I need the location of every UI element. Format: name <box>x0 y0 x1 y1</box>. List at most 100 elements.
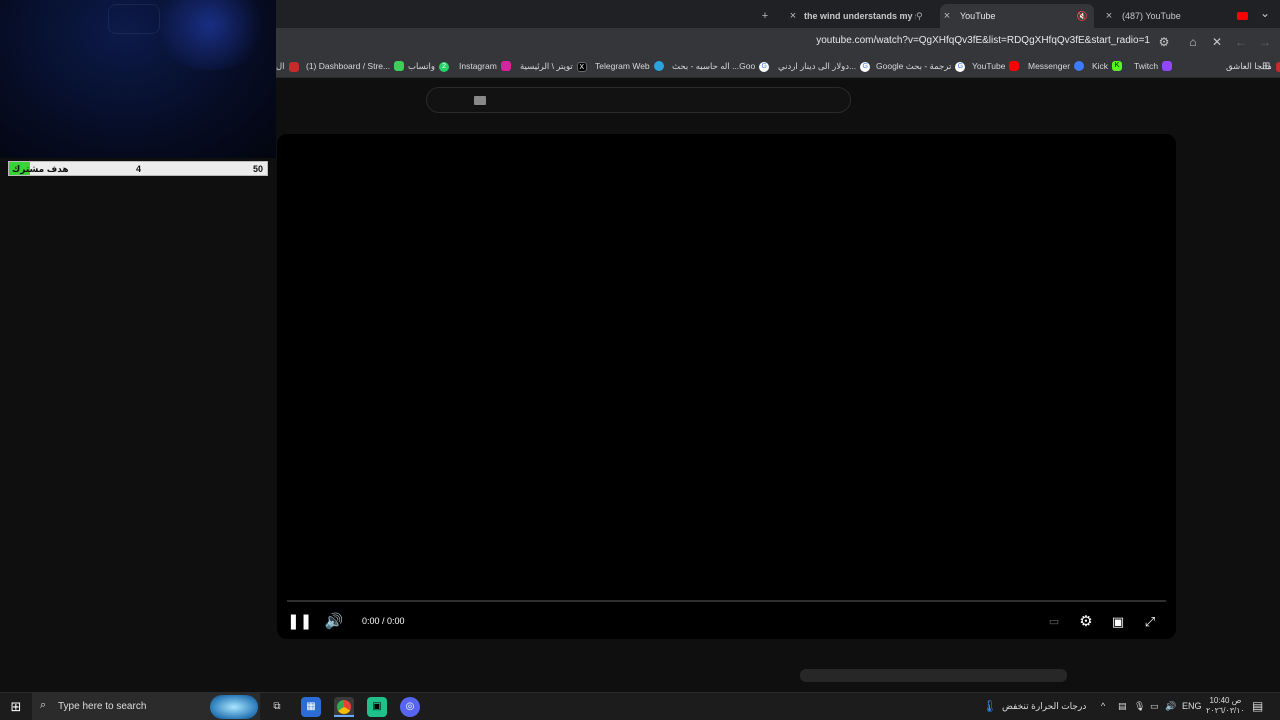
site-settings-icon[interactable]: ⚙ <box>1155 33 1173 51</box>
bookmark-label: Google ترجمة - بحث <box>876 61 952 71</box>
instagram-icon <box>500 61 511 71</box>
bookmark-label: تويتر \ الرئيسية <box>520 61 573 71</box>
apps-grid-icon[interactable]: ⊞ <box>1262 61 1270 72</box>
webcam-overlay <box>0 0 276 158</box>
network-icon[interactable]: ▤ <box>1118 701 1127 712</box>
webcam-glow <box>150 0 270 70</box>
goal-target: 50 <box>252 164 263 174</box>
tab-youtube-487[interactable]: × (487) YouTube <box>1102 4 1252 28</box>
windows-taskbar: ⊞ ⌕ Type here to search ⧉ ▦ ▣ ◎ 🌡 درجات … <box>0 692 1280 720</box>
weather-text[interactable]: درجات الحرارة تنخفض <box>1002 701 1086 712</box>
fullscreen-icon[interactable]: ⤢ <box>1139 611 1161 633</box>
forward-icon[interactable]: → <box>1256 33 1274 51</box>
mute-icon[interactable]: 🔇 <box>1077 11 1088 22</box>
stop-icon[interactable]: ✕ <box>1208 33 1226 51</box>
video-player[interactable]: ❚❚ 🔊 0:00 / 0:00 ▭ ⚙ ▣ ⤢ <box>277 134 1176 639</box>
bookmark-label: ال <box>276 61 285 71</box>
pause-icon[interactable]: ❚❚ <box>287 611 312 633</box>
bookmark-dashboard[interactable]: (1) Dashboard / Stre... <box>306 61 405 71</box>
channel-logo <box>108 4 160 34</box>
subscriber-goal-bar: هدف مشترك 4 50 <box>8 161 268 176</box>
task-view-icon[interactable]: ⧉ <box>267 697 287 717</box>
youtube-icon <box>1237 12 1248 20</box>
bookmark-messenger[interactable]: Messenger <box>1028 61 1085 71</box>
bookmark-instagram[interactable]: Instagram <box>459 61 511 71</box>
bookmark-label: Messenger <box>1028 61 1071 71</box>
google-icon: G <box>860 61 871 72</box>
whatsapp-icon: 2 <box>439 61 450 72</box>
bookmark-label: YouTube <box>972 61 1006 71</box>
bookmark-dollar[interactable]: دولار الى دينار اردني... G <box>778 61 871 72</box>
close-icon[interactable]: × <box>786 10 800 22</box>
search-highlight-icon <box>210 695 258 719</box>
bookmark-label: اله حاسبه - بحث ...Goo <box>672 61 756 71</box>
show-hidden-icons-icon[interactable]: ^ <box>1101 701 1105 711</box>
tab-wind[interactable]: × the wind understands my sil... ⚲ <box>786 4 936 28</box>
dashboard-icon <box>394 61 405 71</box>
thermometer-icon: 🌡 <box>982 699 998 713</box>
bookmark-label: دولار الى دينار اردني... <box>778 61 857 71</box>
windows-start-icon[interactable]: ⊞ <box>6 697 26 717</box>
settings-gear-icon[interactable]: ⚙ <box>1075 611 1097 633</box>
clock[interactable]: 10:40 ص ٢٠٢٦/٠٣/١٠ <box>1206 696 1245 716</box>
bookmark-calculator[interactable]: اله حاسبه - بحث ...Goo G <box>672 61 770 72</box>
app-icon[interactable]: ▣ <box>367 697 387 717</box>
home-icon[interactable]: ⌂ <box>1184 33 1202 51</box>
tab-title: the wind understands my sil... <box>804 11 916 21</box>
bookmark-overflow[interactable]: ال <box>276 61 299 72</box>
language-indicator[interactable]: ENG <box>1182 701 1202 711</box>
bookmark-youtube[interactable]: YouTube <box>972 61 1020 71</box>
tab-youtube-active[interactable]: × YouTube 🔇 <box>940 4 1094 28</box>
bookmark-icon <box>288 61 299 72</box>
loading-placeholder <box>800 669 1067 682</box>
telegram-icon <box>653 61 664 71</box>
x-icon: X <box>576 61 587 72</box>
goal-current: 4 <box>136 164 142 174</box>
search-placeholder: Type here to search <box>58 701 147 712</box>
notification-icon[interactable]: ▤ <box>1252 699 1263 713</box>
bookmark-manga[interactable]: مانجا العاشق <box>1226 61 1280 72</box>
bookmark-twitter[interactable]: تويتر \ الرئيسية X <box>520 61 587 72</box>
tab-title: (487) YouTube <box>1122 11 1181 21</box>
back-icon[interactable]: ← <box>1232 33 1250 51</box>
monitor-icon[interactable]: ▭ <box>1150 701 1159 712</box>
google-icon: G <box>955 61 966 72</box>
browser-toolbar: youtube.com/watch?v=QgXHfqQv3fE&list=RDQ… <box>276 28 1280 56</box>
store-icon[interactable]: ▦ <box>301 697 321 717</box>
bookmark-telegram[interactable]: Telegram Web <box>595 61 664 71</box>
close-icon[interactable]: × <box>940 10 954 22</box>
search-icon: ⌕ <box>40 699 47 711</box>
bookmark-kick[interactable]: Kick K <box>1092 61 1123 71</box>
bookmark-twitch[interactable]: Twitch <box>1134 61 1173 71</box>
tab-search-chevron-icon[interactable]: ⌄ <box>1256 4 1274 22</box>
bookmark-label: Kick <box>1092 61 1109 71</box>
theater-mode-icon[interactable]: ▣ <box>1107 611 1129 633</box>
messenger-icon <box>1074 61 1085 71</box>
address-bar[interactable]: youtube.com/watch?v=QgXHfqQv3fE&list=RDQ… <box>816 35 1150 46</box>
youtube-icon <box>1009 61 1020 71</box>
messenger-app-icon[interactable]: ◎ <box>400 697 420 717</box>
kick-icon: K <box>1112 61 1123 71</box>
tab-title: YouTube <box>960 11 996 21</box>
close-icon[interactable]: × <box>1102 10 1116 22</box>
clock-date: ٢٠٢٦/٠٣/١٠ <box>1206 706 1245 715</box>
youtube-page: ❚❚ 🔊 0:00 / 0:00 ▭ ⚙ ▣ ⤢ <box>276 78 1280 692</box>
progress-bar[interactable] <box>287 600 1166 602</box>
twitch-icon <box>1162 61 1173 71</box>
microphone-icon[interactable]: 🎙 <box>1134 701 1145 712</box>
player-controls: ❚❚ 🔊 0:00 / 0:00 ▭ ⚙ ▣ ⤢ <box>277 606 1176 636</box>
bookmark-google-translate[interactable]: Google ترجمة - بحث G <box>876 61 966 72</box>
time-display: 0:00 / 0:00 <box>362 616 405 626</box>
keyboard-icon[interactable] <box>474 96 486 105</box>
speaker-icon[interactable]: 🔊 <box>1165 701 1176 712</box>
youtube-search-box[interactable] <box>426 87 851 113</box>
tab-strip: + × the wind understands my sil... ⚲ × Y… <box>276 0 1280 28</box>
chrome-icon[interactable] <box>334 697 354 717</box>
taskbar-search-box[interactable]: ⌕ Type here to search <box>32 693 260 720</box>
bookmark-whatsapp[interactable]: واتساب 2 <box>408 61 450 72</box>
bookmark-label: واتساب <box>408 61 436 71</box>
screen: هدف مشترك 4 50 + × the wind understands … <box>0 0 1280 720</box>
left-pane <box>0 158 276 692</box>
volume-icon[interactable]: 🔊 <box>323 611 345 633</box>
subtitles-icon[interactable]: ▭ <box>1043 611 1065 633</box>
